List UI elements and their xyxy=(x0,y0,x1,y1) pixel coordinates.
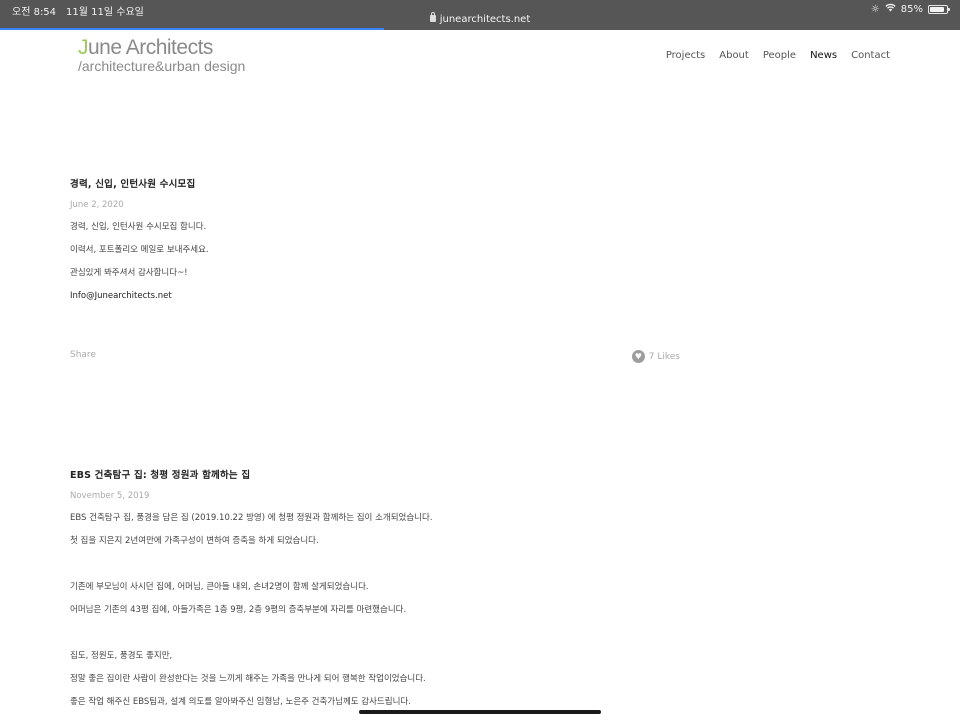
post-paragraph: 집도, 정원도, 풍경도 좋지만, xyxy=(70,651,173,661)
post-footer: Share ♥ 7 Likes xyxy=(70,350,680,364)
post-paragraph: EBS 건축탐구 집, 풍경을 담은 집 (2019.10.22 방영) 에 청… xyxy=(70,513,433,523)
address-url: junearchitects.net xyxy=(439,14,531,25)
post-paragraph: 이력서, 포트폴리오 메일로 보내주세요. xyxy=(70,245,209,255)
post-title[interactable]: 경력, 신입, 인턴사원 수시모집 xyxy=(70,176,680,190)
rotation-lock-icon: ☼ xyxy=(870,3,880,15)
post-paragraph: 관심있게 봐주셔서 감사합니다~! xyxy=(70,268,188,278)
wifi-icon xyxy=(885,3,896,15)
logo-subtitle: /architecture&urban design xyxy=(78,58,246,74)
site-logo[interactable]: June Architects /architecture&urban desi… xyxy=(78,36,246,74)
like-button[interactable]: ♥ 7 Likes xyxy=(631,350,680,363)
post-paragraph: 경력, 신입, 인턴사원 수시모집 합니다. xyxy=(70,222,207,232)
page-load-progress xyxy=(0,28,960,30)
status-right: ☼ 85% xyxy=(870,3,950,15)
post-body: EBS 건축탐구 집, 풍경을 담은 집 (2019.10.22 방영) 에 청… xyxy=(70,512,680,708)
logo-title-rest: une Architects xyxy=(88,36,213,59)
news-post: 경력, 신입, 인턴사원 수시모집 June 2, 2020 경력, 신입, 인… xyxy=(70,176,680,302)
post-body: 경력, 신입, 인턴사원 수시모집 합니다. 이력서, 포트폴리오 메일로 보내… xyxy=(70,221,680,302)
battery-icon xyxy=(928,4,950,14)
post-title[interactable]: EBS 건축탐구 집: 청평 정원과 함께하는 집 xyxy=(70,467,680,481)
post-paragraph: 정말 좋은 집이란 사람이 완성한다는 것을 느끼게 해주는 가족을 만나게 되… xyxy=(70,674,426,684)
address-bar[interactable]: junearchitects.net xyxy=(0,12,960,25)
lock-icon xyxy=(429,12,436,22)
nav-contact[interactable]: Contact xyxy=(851,50,890,61)
news-post: EBS 건축탐구 집: 청평 정원과 함께하는 집 November 5, 20… xyxy=(70,467,680,708)
battery-fill xyxy=(930,6,944,12)
nav-news[interactable]: News xyxy=(810,50,837,61)
nav-people[interactable]: People xyxy=(763,50,796,61)
post-paragraph: 좋은 작업 해주신 EBS팀과, 설계 의도를 알아봐주신 임형남, 노은주 건… xyxy=(70,697,411,707)
browser-status-bar: 오전 8:54 11월 11일 수요일 junearchitects.net ☼… xyxy=(0,0,960,30)
main-nav: Projects About People News Contact xyxy=(666,50,890,61)
logo-accent-letter: J xyxy=(78,36,89,59)
post-date: June 2, 2020 xyxy=(70,200,124,210)
share-button[interactable]: Share xyxy=(70,350,96,360)
logo-title: June Architects xyxy=(78,36,245,59)
heart-icon: ♥ xyxy=(631,350,645,363)
post-date: November 5, 2019 xyxy=(70,491,150,501)
battery-percent: 85% xyxy=(900,3,923,15)
post-paragraph: 어머님은 기존의 43평 집에, 아들가족은 1층 9평, 2층 9평의 증축부… xyxy=(70,605,407,615)
nav-about[interactable]: About xyxy=(719,50,749,61)
post-paragraph: 첫 집을 지은지 2년여만에 가족구성이 변하여 증축을 하게 되었습니다. xyxy=(70,536,319,546)
post-email-link[interactable]: Info@Junearchitects.net xyxy=(70,290,680,302)
nav-projects[interactable]: Projects xyxy=(666,50,705,61)
home-indicator[interactable] xyxy=(359,710,601,714)
page-load-progress-fill xyxy=(0,28,384,30)
likes-count: 7 Likes xyxy=(648,351,680,362)
post-paragraph: 기존에 부모님이 사시던 집에, 어머님, 큰아들 내외, 손녀2명이 함께 살… xyxy=(70,582,369,592)
